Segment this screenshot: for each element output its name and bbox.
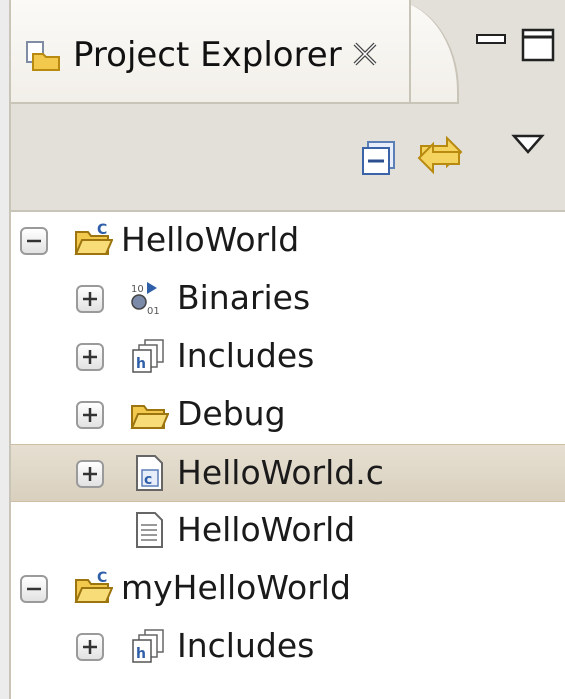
project-explorer-tab[interactable]: Project Explorer — [11, 0, 411, 104]
svg-text:01: 01 — [147, 306, 160, 317]
minus-icon — [27, 587, 41, 591]
collapse-toggle[interactable] — [20, 575, 48, 603]
includes-icon: h — [132, 339, 164, 373]
svg-text:C: C — [97, 570, 107, 586]
plus-icon — [83, 467, 97, 481]
tree-item-label: Debug — [177, 394, 286, 433]
svg-text:h: h — [136, 356, 146, 372]
svg-text:c: c — [144, 472, 152, 488]
tree-item-label: HelloWorld.c — [177, 453, 384, 492]
tree-item-label: myHelloWorld — [121, 568, 351, 607]
plus-icon — [83, 408, 97, 422]
expand-toggle[interactable] — [76, 460, 104, 488]
link-with-editor-icon[interactable] — [413, 128, 467, 182]
collapse-toggle[interactable] — [20, 227, 48, 255]
minimize-icon[interactable] — [476, 30, 506, 48]
view-toolbar — [11, 104, 565, 210]
plus-icon — [83, 292, 97, 306]
maximize-icon[interactable] — [521, 28, 555, 62]
view-title: Project Explorer — [73, 35, 342, 75]
svg-text:h: h — [136, 646, 146, 662]
c-project-folder-icon: C — [74, 570, 113, 603]
tree-row-includes[interactable]: h Includes — [11, 328, 565, 386]
c-source-file-icon: c — [136, 455, 163, 491]
plus-icon — [83, 640, 97, 654]
project-explorer-icon — [26, 41, 60, 71]
svg-text:10: 10 — [131, 284, 144, 295]
tree-row-myhelloworld-project[interactable]: C myHelloWorld — [11, 560, 565, 618]
folder-icon — [130, 405, 169, 429]
tree-item-label: Includes — [177, 626, 315, 665]
text-file-icon — [136, 512, 163, 548]
collapse-all-icon[interactable] — [361, 140, 397, 176]
expand-toggle[interactable] — [76, 633, 104, 661]
tree-item-label: Includes — [177, 336, 315, 375]
tree-row-binaries[interactable]: 10 01 Binaries — [11, 270, 565, 328]
tree-item-label: HelloWorld — [121, 220, 300, 259]
tree-row-helloworld-c[interactable]: c HelloWorld.c — [11, 444, 565, 502]
close-icon[interactable] — [347, 36, 383, 72]
expand-toggle[interactable] — [76, 401, 104, 429]
view-menu-chevron-icon[interactable] — [511, 132, 545, 156]
left-frame-border — [0, 0, 11, 699]
project-tree: C HelloWorld 10 01 Binaries h Includes D… — [11, 212, 565, 699]
c-project-folder-icon: C — [74, 222, 113, 255]
tree-item-label: Binaries — [177, 278, 311, 317]
tree-row-debug[interactable]: Debug — [11, 386, 565, 444]
tree-item-label: HelloWorld — [177, 510, 356, 549]
expand-toggle[interactable] — [76, 285, 104, 313]
minus-icon — [27, 239, 41, 243]
tree-row-helloworld-project[interactable]: C HelloWorld — [11, 212, 565, 270]
tree-row-includes[interactable]: h Includes — [11, 618, 565, 676]
includes-icon: h — [132, 629, 164, 663]
svg-text:C: C — [97, 222, 107, 238]
binaries-icon: 10 01 — [131, 282, 160, 317]
tree-row-helloworld-binary[interactable]: HelloWorld — [11, 502, 565, 560]
plus-icon — [83, 350, 97, 364]
expand-toggle[interactable] — [76, 343, 104, 371]
